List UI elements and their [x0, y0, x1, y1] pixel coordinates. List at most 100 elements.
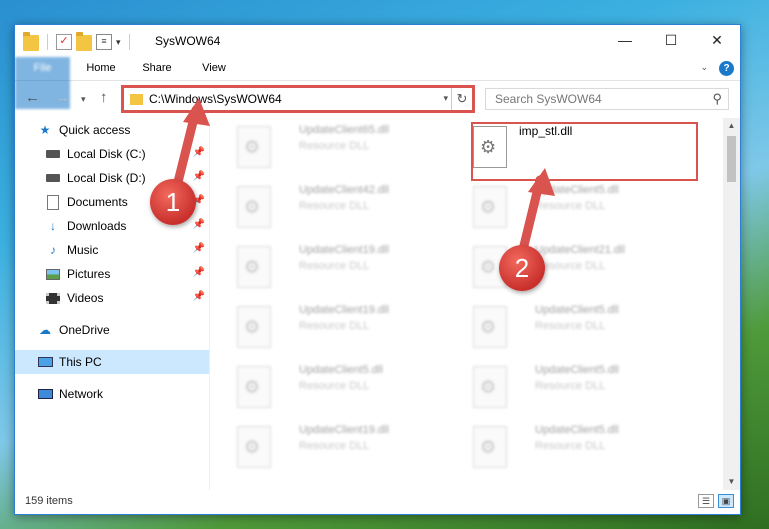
- sidebar-item-label: Music: [67, 243, 99, 257]
- music-icon: ♪: [50, 243, 56, 257]
- file-name: UpdateClient5.dll: [535, 364, 619, 376]
- file-item[interactable]: UpdateClient19.dll Resource DLL: [225, 240, 445, 292]
- properties-check-icon[interactable]: ✓: [56, 34, 72, 50]
- pane-divider[interactable]: [209, 118, 210, 490]
- scroll-up-icon[interactable]: ▲: [723, 118, 740, 134]
- tab-share[interactable]: Share: [139, 57, 175, 80]
- file-item[interactable]: UpdateClient42.dll Resource DLL: [225, 180, 445, 232]
- scrollbar-thumb[interactable]: [727, 136, 736, 182]
- disk-icon: [45, 170, 61, 186]
- sidebar-item-label: OneDrive: [59, 323, 110, 337]
- up-arrow-icon[interactable]: ↑: [100, 89, 108, 106]
- file-item[interactable]: UpdateClient19.dll Resource DLL: [225, 420, 445, 472]
- file-name: UpdateClient19.dll: [299, 244, 389, 256]
- chevron-down-icon[interactable]: ▾: [116, 37, 121, 48]
- sidebar-item-videos[interactable]: Videos 📌: [15, 286, 209, 310]
- download-icon: ↓: [50, 219, 56, 233]
- help-button[interactable]: ?: [719, 61, 734, 76]
- sidebar-item-label: Documents: [67, 195, 128, 209]
- file-type: Resource DLL: [299, 200, 370, 212]
- file-type: Resource DLL: [535, 200, 606, 212]
- file-type: Resource DLL: [535, 380, 606, 392]
- window-title: SysWOW64: [155, 34, 221, 48]
- tab-home[interactable]: Home: [81, 57, 121, 80]
- file-item[interactable]: UpdateClient5.dll Resource DLL: [225, 360, 445, 412]
- file-item[interactable]: UpdateClient5.dll Resource DLL: [461, 300, 681, 352]
- pin-icon[interactable]: 📌: [193, 171, 205, 182]
- recent-locations-icon[interactable]: ▾: [81, 94, 86, 105]
- file-name: UpdateClient5.dll: [535, 424, 619, 436]
- tab-view[interactable]: View: [197, 57, 231, 80]
- expand-ribbon-icon[interactable]: ⌄: [700, 62, 708, 73]
- sidebar-item-local-disk-c[interactable]: Local Disk (C:) 📌: [15, 142, 209, 166]
- navigation-pane: ★ Quick access Local Disk (C:) 📌 Local D…: [15, 118, 209, 490]
- forward-arrow-icon[interactable]: →: [55, 89, 70, 106]
- pin-icon[interactable]: 📌: [193, 291, 205, 302]
- item-count: 159 items: [25, 495, 73, 507]
- pin-icon[interactable]: 📌: [193, 219, 205, 230]
- folder-icon: [23, 32, 39, 51]
- sidebar-item-onedrive[interactable]: ☁ OneDrive: [15, 318, 209, 342]
- view-toggle: ☰ ▣: [698, 494, 734, 508]
- pin-icon[interactable]: 📌: [193, 243, 205, 254]
- file-name: UpdateClient21.dll: [535, 244, 625, 256]
- address-path[interactable]: C:\Windows\SysWOW64: [149, 92, 282, 106]
- file-item[interactable]: UpdateClient21.dll Resource DLL: [461, 240, 681, 292]
- sidebar-item-quick-access[interactable]: ★ Quick access: [37, 118, 209, 142]
- dll-file-icon: [473, 426, 507, 468]
- file-item[interactable]: UpdateClient19.dll Resource DLL: [225, 300, 445, 352]
- file-name: UpdateClient42.dll: [299, 184, 389, 196]
- ribbon-tabs: File Home Share View ⌄ ?: [15, 57, 740, 109]
- file-type: Resource DLL: [299, 140, 370, 152]
- back-arrow-icon[interactable]: ←: [25, 89, 40, 106]
- step-marker-2: 2: [499, 245, 545, 291]
- sidebar-item-label: Downloads: [67, 219, 127, 233]
- large-icons-view-icon[interactable]: ▣: [718, 494, 734, 508]
- disk-icon: [45, 146, 61, 162]
- folder-icon: [130, 94, 143, 105]
- pictures-icon: [45, 266, 61, 282]
- maximize-button[interactable]: ☐: [648, 25, 694, 55]
- new-folder-icon[interactable]: [76, 32, 92, 51]
- sidebar-item-network[interactable]: Network: [15, 382, 209, 406]
- chevron-down-icon[interactable]: ▾: [443, 93, 448, 104]
- vertical-scrollbar[interactable]: ▲ ▼: [723, 118, 740, 490]
- pin-icon[interactable]: 📌: [193, 267, 205, 278]
- file-type: Resource DLL: [299, 320, 370, 332]
- file-type: Resource DLL: [299, 440, 370, 452]
- network-icon: [37, 386, 53, 402]
- sidebar-item-label: Local Disk (D:): [67, 171, 146, 185]
- file-type: Resource DLL: [299, 380, 370, 392]
- sidebar-item-pictures[interactable]: Pictures 📌: [15, 262, 209, 286]
- details-view-icon[interactable]: ☰: [698, 494, 714, 508]
- search-icon[interactable]: ⚲: [712, 91, 722, 107]
- file-highlight-box: [471, 122, 698, 181]
- file-item[interactable]: UpdateClient5.dll Resource DLL: [461, 180, 681, 232]
- customize-toolbar-icon[interactable]: ≡: [96, 34, 112, 50]
- pin-icon[interactable]: 📌: [193, 147, 205, 158]
- file-item[interactable]: UpdateClient65.dll Resource DLL: [225, 120, 445, 172]
- refresh-icon[interactable]: ↻: [451, 88, 472, 110]
- file-explorer-window: ✓ ≡ ▾ SysWOW64 — ☐ ✕ File Home Share Vie…: [14, 24, 741, 515]
- file-name: UpdateClient19.dll: [299, 304, 389, 316]
- sidebar-item-label: Local Disk (C:): [67, 147, 146, 161]
- dll-file-icon: [237, 306, 271, 348]
- sidebar-item-this-pc[interactable]: This PC: [15, 350, 209, 374]
- close-button[interactable]: ✕: [694, 25, 740, 55]
- sidebar-item-music[interactable]: ♪ Music 📌: [15, 238, 209, 262]
- search-input[interactable]: Search SysWOW64 ⚲: [485, 88, 729, 110]
- sidebar-item-label: This PC: [59, 355, 102, 369]
- scroll-down-icon[interactable]: ▼: [723, 474, 740, 490]
- dll-file-icon: [237, 126, 271, 168]
- file-item[interactable]: UpdateClient5.dll Resource DLL: [461, 360, 681, 412]
- dll-file-icon: [473, 366, 507, 408]
- dll-file-icon: [237, 246, 271, 288]
- dll-file-icon: [237, 426, 271, 468]
- sidebar-item-label: Quick access: [59, 123, 131, 137]
- minimize-button[interactable]: —: [602, 25, 648, 55]
- file-item[interactable]: UpdateClient5.dll Resource DLL: [461, 420, 681, 472]
- dll-file-icon: [237, 366, 271, 408]
- window-controls: — ☐ ✕: [602, 25, 740, 55]
- dll-file-icon: [237, 186, 271, 228]
- address-bar[interactable]: C:\Windows\SysWOW64 ▾ ↻: [121, 85, 475, 113]
